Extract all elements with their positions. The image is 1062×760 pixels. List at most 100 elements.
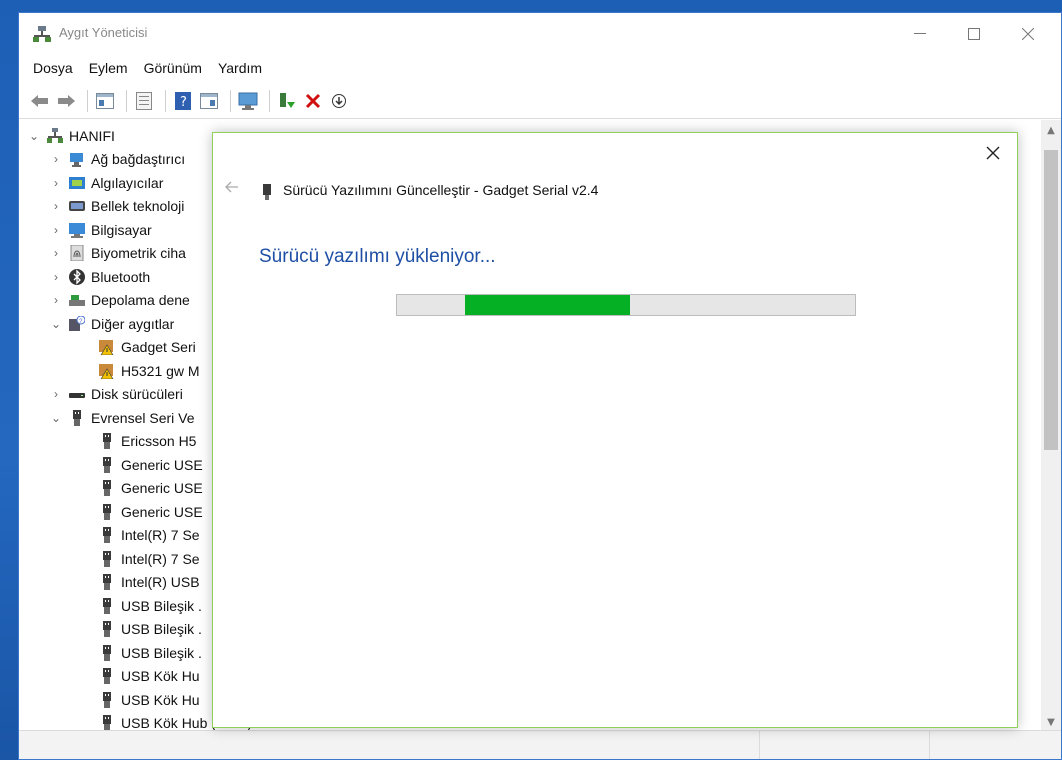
tree-node[interactable]: Gadget Seri <box>79 336 196 359</box>
install-progress-bar <box>396 294 856 316</box>
title-bar[interactable]: Aygıt Yöneticisi <box>19 13 1061 55</box>
tree-node[interactable]: › Biyometrik ciha <box>49 242 186 265</box>
usb-icon <box>103 691 111 708</box>
minimize-button[interactable] <box>897 13 943 55</box>
dialog-back-button[interactable] <box>225 180 239 198</box>
tree-node[interactable]: USB Bileşik . <box>79 618 202 641</box>
action-pane-icon <box>200 92 218 109</box>
help-button[interactable]: ? <box>172 90 194 112</box>
chevron-right-icon[interactable]: › <box>49 387 63 401</box>
progress-fill <box>464 295 630 315</box>
tree-node-label: Biyometrik ciha <box>91 245 186 261</box>
tree-node[interactable]: › Bluetooth <box>49 265 150 288</box>
computer-icon <box>69 222 85 238</box>
disable-device-button[interactable] <box>328 90 350 112</box>
usb-icon <box>103 715 111 731</box>
sensor-icon <box>69 176 85 189</box>
tree-node[interactable]: › Bilgisayar <box>49 218 152 241</box>
back-button[interactable] <box>29 90 51 112</box>
tree-node-label: Intel(R) 7 Se <box>121 550 200 567</box>
chevron-down-icon[interactable]: ⌄ <box>49 317 63 331</box>
chevron-right-icon[interactable]: › <box>49 293 63 307</box>
storage-controller-icon <box>69 295 85 306</box>
toolbar-separator <box>87 89 88 112</box>
chevron-right-icon[interactable]: › <box>49 270 63 284</box>
chevron-right-icon[interactable]: › <box>49 223 63 237</box>
tree-node[interactable]: USB Bileşik . <box>79 594 202 617</box>
show-hide-console-tree-button[interactable] <box>94 90 116 112</box>
toolbar-separator <box>269 89 270 112</box>
tree-node[interactable]: USB Bileşik . <box>79 641 202 664</box>
tree-node[interactable]: USB Kök Hu <box>79 665 200 688</box>
chevron-right-icon[interactable]: › <box>49 199 63 213</box>
chevron-right-icon[interactable]: › <box>49 152 63 166</box>
scroll-up-icon[interactable]: ▲ <box>1041 120 1061 140</box>
tree-node[interactable]: Ericsson H5 <box>79 430 196 453</box>
tree-node[interactable]: › Algılayıcılar <box>49 171 163 194</box>
update-driver-button[interactable] <box>276 90 298 112</box>
installing-heading: Sürücü yazılımı yükleniyor... <box>259 246 496 267</box>
tree-node-label: USB Kök Hu <box>121 668 200 684</box>
tree-node[interactable]: Generic USE <box>79 477 203 500</box>
forward-arrow-icon <box>58 94 75 107</box>
tree-node[interactable]: Generic USE <box>79 453 203 476</box>
tree-node-label: Evrensel Seri Ve <box>91 409 195 426</box>
tree-node-label: H5321 gw M <box>121 362 200 379</box>
tree-node[interactable]: › Depolama dene <box>49 289 190 312</box>
tree-node-label: Ericsson H5 <box>121 433 197 449</box>
menu-help[interactable]: Yardım <box>210 60 270 76</box>
tree-node[interactable]: › Disk sürücüleri <box>49 383 183 406</box>
chevron-down-icon[interactable]: ⌄ <box>49 411 63 425</box>
tree-node[interactable]: Generic USE <box>79 500 203 523</box>
close-icon <box>986 146 1000 160</box>
menu-file[interactable]: Dosya <box>19 60 81 76</box>
chevron-right-icon[interactable]: › <box>49 246 63 260</box>
scrollbar-thumb[interactable] <box>1044 150 1058 450</box>
usb-icon <box>73 409 81 426</box>
properties-button[interactable] <box>133 90 155 112</box>
usb-icon <box>103 480 111 496</box>
help-icon: ? <box>175 91 191 110</box>
menu-view[interactable]: Görünüm <box>136 60 210 76</box>
tree-node-label: USB Kök Hu <box>121 691 200 708</box>
tree-node[interactable]: › Bellek teknoloji <box>49 195 184 218</box>
console-tree-icon <box>96 92 114 109</box>
menu-action[interactable]: Eylem <box>81 60 136 76</box>
chevron-down-icon[interactable]: ⌄ <box>27 129 41 143</box>
bluetooth-icon <box>69 268 85 285</box>
usb-icon <box>103 644 111 661</box>
warning-device-icon <box>99 340 114 355</box>
tree-node[interactable]: ⌄ Evrensel Seri Ve <box>49 406 195 429</box>
tree-node[interactable]: USB Kök Hu <box>79 688 200 711</box>
vertical-scrollbar[interactable]: ▲ ▼ <box>1041 120 1061 732</box>
tree-node[interactable]: Intel(R) 7 Se <box>79 547 200 570</box>
maximize-button[interactable] <box>951 13 997 55</box>
usb-icon <box>103 597 111 614</box>
uninstall-device-button[interactable] <box>302 90 324 112</box>
tree-node-label: Diğer aygıtlar <box>91 315 175 332</box>
close-button[interactable] <box>1005 13 1051 55</box>
memory-icon <box>69 201 85 211</box>
usb-icon <box>103 527 111 543</box>
tree-root[interactable]: ⌄ HANIFI <box>27 124 115 147</box>
usb-icon <box>103 503 111 520</box>
unknown-device-icon: ? <box>69 315 85 331</box>
tree-node[interactable]: ⌄? Diğer aygıtlar <box>49 312 174 335</box>
tree-node-label: Bluetooth <box>91 268 151 285</box>
tree-node[interactable]: Intel(R) USB <box>79 571 200 594</box>
tree-node-label: USB Bileşik . <box>121 644 202 661</box>
scan-hardware-button[interactable] <box>237 90 259 112</box>
back-arrow-icon <box>31 94 48 107</box>
tree-node[interactable]: › Ağ bağdaştırıcı <box>49 148 185 171</box>
tree-node[interactable]: H5321 gw M <box>79 359 200 382</box>
scroll-down-icon[interactable]: ▼ <box>1041 712 1061 732</box>
dialog-close-button[interactable] <box>981 141 1005 165</box>
usb-icon <box>103 621 111 637</box>
tree-node-label: Intel(R) USB <box>121 574 200 590</box>
computer-root-icon <box>47 127 63 143</box>
show-action-pane-button[interactable] <box>198 90 220 112</box>
chevron-right-icon[interactable]: › <box>49 176 63 190</box>
maximize-icon <box>968 28 980 40</box>
tree-node[interactable]: Intel(R) 7 Se <box>79 524 200 547</box>
forward-button[interactable] <box>55 90 77 112</box>
